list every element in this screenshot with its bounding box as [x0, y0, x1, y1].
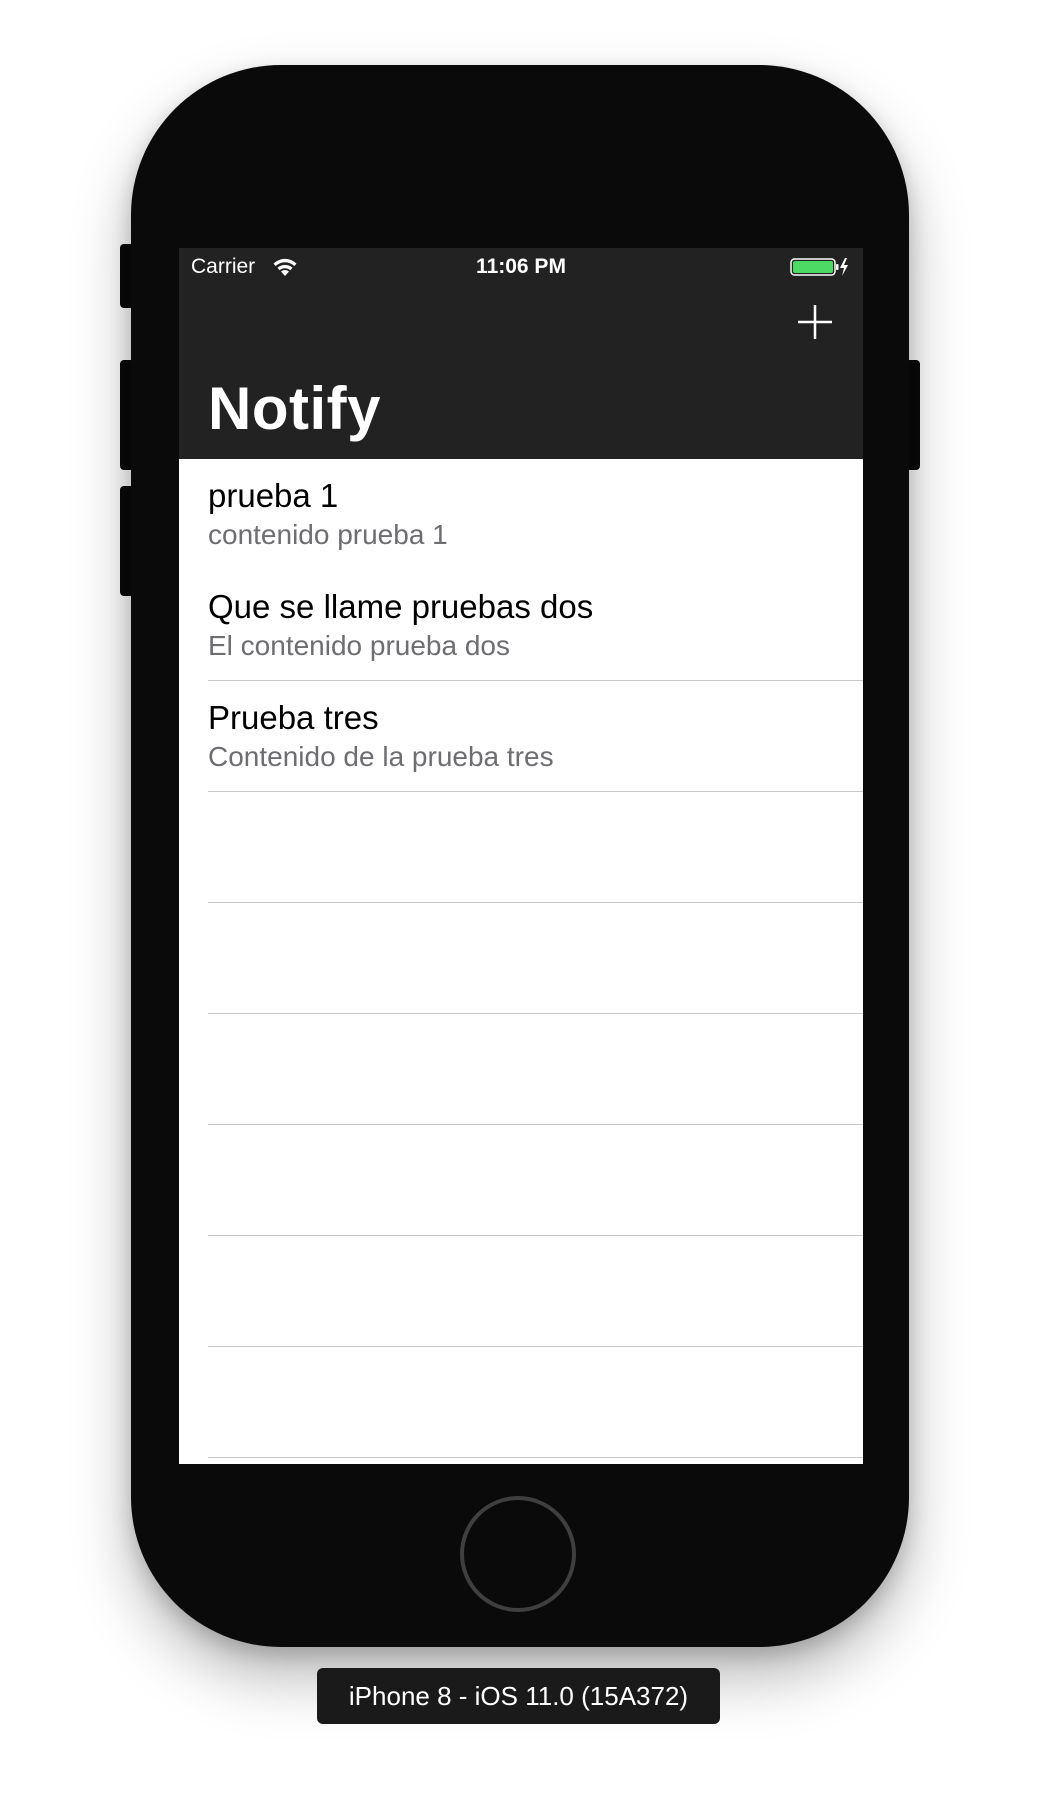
device-label: iPhone 8 - iOS 11.0 (15A372) — [317, 1668, 720, 1724]
navigation-bar: Carrier 11:06 PM Notify — [179, 248, 863, 459]
notes-table[interactable]: prueba 1 contenido prueba 1 Que se llame… — [179, 459, 863, 1464]
simulator-stage: Carrier 11:06 PM Notify prueba 1 conteni… — [0, 0, 1040, 1808]
note-title: prueba 1 — [208, 477, 339, 514]
empty-row — [179, 1125, 863, 1236]
empty-row — [179, 792, 863, 903]
note-title: Que se llame pruebas dos — [208, 588, 594, 625]
empty-row — [179, 1236, 863, 1347]
add-note-button[interactable] — [793, 300, 837, 344]
battery-charging-icon — [790, 258, 848, 276]
row-separator — [208, 1457, 863, 1458]
note-row[interactable]: Que se llame pruebas dos El contenido pr… — [179, 570, 863, 681]
app-screen: Carrier 11:06 PM Notify prueba 1 conteni… — [179, 248, 863, 1464]
status-time: 11:06 PM — [476, 255, 566, 278]
status-bar: Carrier 11:06 PM — [179, 248, 863, 288]
page-title: Notify — [208, 375, 381, 442]
note-title: Prueba tres — [208, 699, 379, 736]
home-button-icon[interactable] — [460, 1496, 576, 1612]
empty-row — [179, 1014, 863, 1125]
empty-row — [179, 1347, 863, 1458]
note-subtitle: El contenido prueba dos — [208, 630, 510, 661]
note-row[interactable]: prueba 1 contenido prueba 1 — [179, 459, 863, 570]
note-subtitle: Contenido de la prueba tres — [208, 741, 554, 772]
note-row[interactable]: Prueba tres Contenido de la prueba tres — [179, 681, 863, 792]
note-subtitle: contenido prueba 1 — [208, 519, 448, 550]
empty-row — [179, 903, 863, 1014]
